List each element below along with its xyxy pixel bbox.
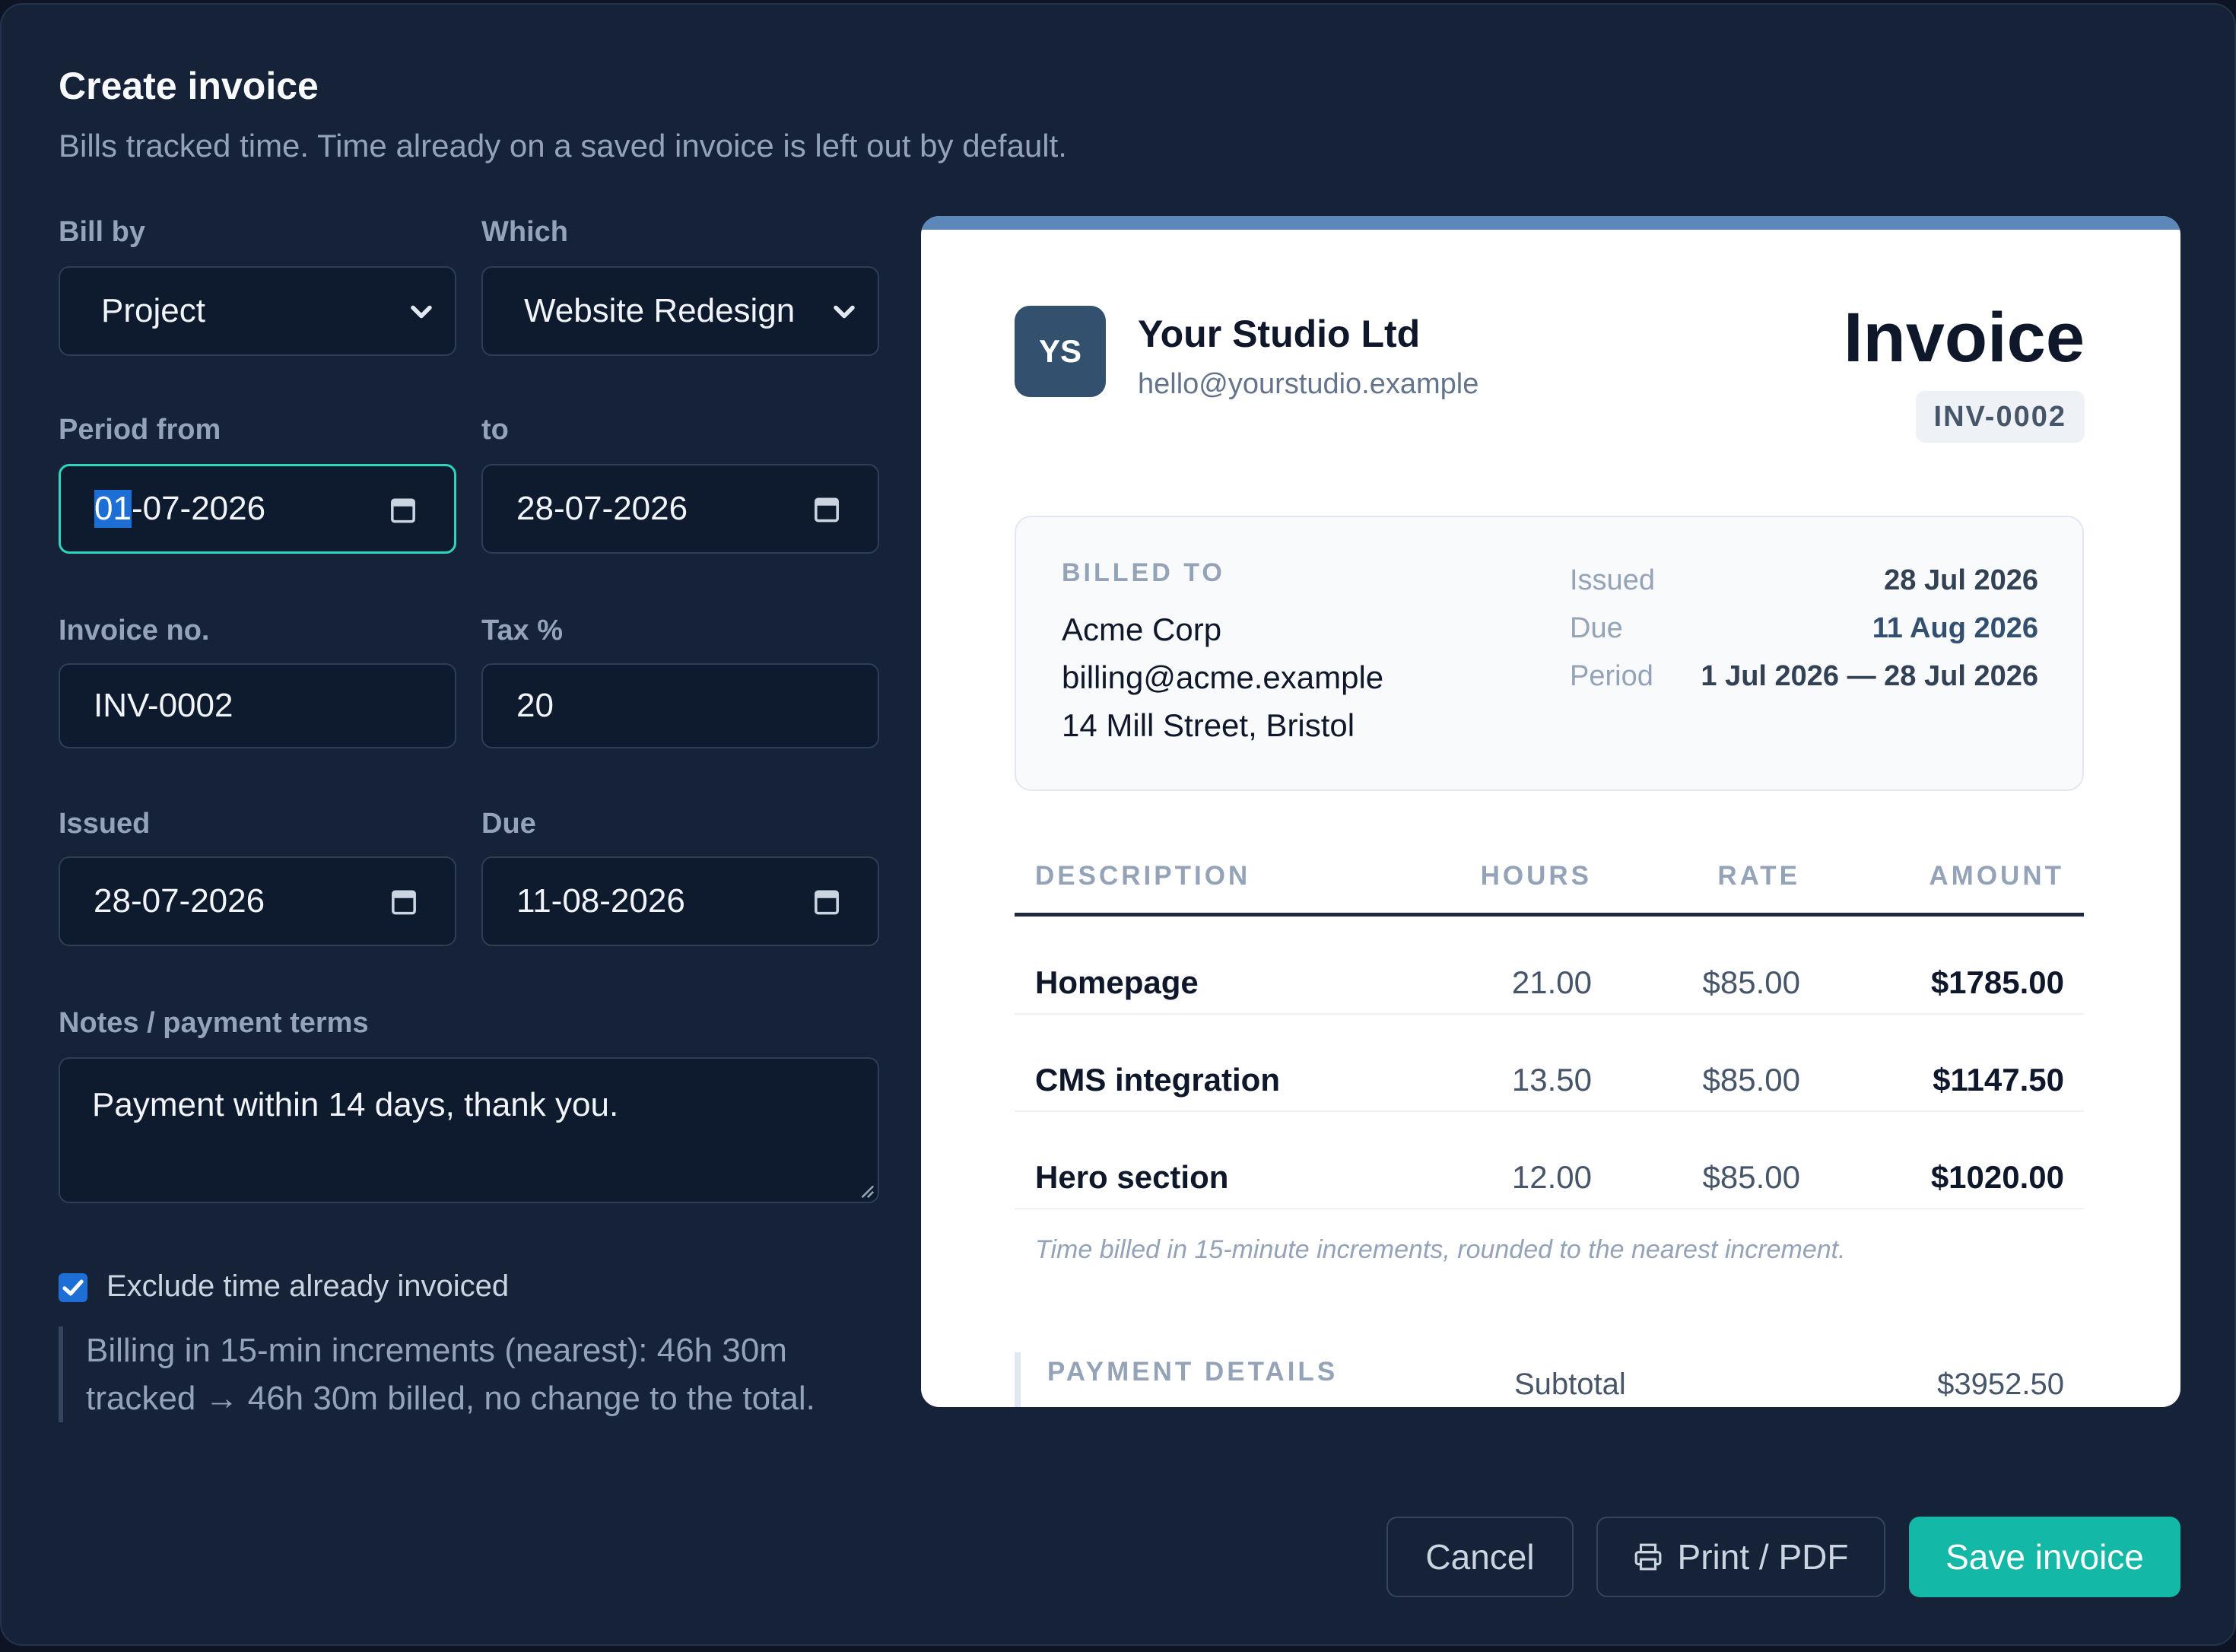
table-header-rule	[1015, 913, 2084, 917]
issued-meta-label: Issued	[1570, 564, 1655, 596]
period-to-label: to	[481, 414, 509, 446]
save-invoice-button[interactable]: Save invoice	[1909, 1517, 2180, 1597]
billed-to-box: BILLED TO Acme Corp billing@acme.example…	[1015, 516, 2084, 791]
print-pdf-button-label: Print / PDF	[1677, 1537, 1849, 1577]
printer-icon	[1634, 1543, 1661, 1571]
row-hours: 12.00	[1511, 1159, 1592, 1195]
billed-to-label: BILLED TO	[1062, 558, 1225, 587]
issued-value: 28-07-2026	[94, 882, 265, 920]
exclude-invoiced-label[interactable]: Exclude time already invoiced	[106, 1269, 509, 1304]
row-divider	[1015, 1208, 2084, 1209]
bill-by-value: Project	[101, 292, 205, 329]
row-divider	[1015, 1013, 2084, 1015]
dialog-title: Create invoice	[59, 65, 319, 107]
due-meta-value: 11 Aug 2026	[1872, 612, 2038, 644]
row-hours: 13.50	[1511, 1062, 1592, 1098]
invoice-accent-bar	[921, 216, 2180, 230]
calendar-icon[interactable]	[391, 887, 417, 916]
payment-details-bar	[1015, 1352, 1021, 1407]
column-header-description: DESCRIPTION	[1035, 861, 1251, 891]
due-label: Due	[481, 808, 536, 840]
period-to-value: 28-07-2026	[516, 490, 688, 527]
exclude-invoiced-checkbox[interactable]	[59, 1273, 87, 1302]
chevron-down-icon	[834, 305, 855, 319]
row-description: Hero section	[1035, 1159, 1229, 1195]
row-rate: $85.00	[1702, 1062, 1800, 1098]
row-divider	[1015, 1110, 2084, 1112]
dialog-subtitle: Bills tracked time. Time already on a sa…	[59, 128, 1067, 164]
row-rate: $85.00	[1702, 964, 1800, 1000]
resize-grip-icon[interactable]	[858, 1182, 875, 1199]
period-meta-value: 1 Jul 2026 — 28 Jul 2026	[1701, 660, 2038, 692]
invoice-heading: Invoice	[1843, 299, 2085, 376]
due-input[interactable]: 11-08-2026	[481, 856, 879, 946]
period-from-input[interactable]: 01 -07-2026	[59, 464, 456, 554]
rounding-note: Billing in 15-min increments (nearest): …	[59, 1326, 888, 1422]
calendar-icon[interactable]	[814, 887, 840, 916]
checkmark-icon	[62, 1279, 84, 1296]
row-amount: $1147.50	[1933, 1062, 2064, 1098]
due-value: 11-08-2026	[516, 882, 685, 920]
payment-details-label: PAYMENT DETAILS	[1047, 1357, 1339, 1387]
invoice-no-input[interactable]: INV-0002	[59, 663, 456, 748]
notes-label: Notes / payment terms	[59, 1007, 369, 1039]
invoice-footnote: Time billed in 15-minute increments, rou…	[1035, 1235, 1846, 1264]
notes-value: Payment within 14 days, thank you.	[92, 1086, 619, 1123]
issued-label: Issued	[59, 808, 151, 840]
which-select[interactable]: Website Redesign	[481, 266, 879, 356]
row-amount: $1020.00	[1930, 1159, 2064, 1195]
client-address: 14 Mill Street, Bristol	[1062, 707, 1355, 743]
period-meta-label: Period	[1570, 660, 1653, 692]
calendar-icon[interactable]	[390, 495, 416, 524]
bill-by-label: Bill by	[59, 216, 146, 248]
issued-input[interactable]: 28-07-2026	[59, 856, 456, 946]
invoice-no-value: INV-0002	[94, 687, 233, 724]
cancel-button[interactable]: Cancel	[1386, 1517, 1574, 1597]
which-value: Website Redesign	[524, 292, 796, 329]
calendar-icon[interactable]	[814, 494, 840, 523]
row-amount: $1785.00	[1930, 964, 2064, 1000]
subtotal-value: $3952.50	[1937, 1368, 2064, 1401]
column-header-amount: AMOUNT	[1929, 861, 2064, 891]
row-description: CMS integration	[1035, 1062, 1280, 1098]
period-from-day-segment[interactable]: 01	[94, 490, 132, 528]
print-pdf-button[interactable]: Print / PDF	[1596, 1517, 1885, 1597]
studio-email: hello@yourstudio.example	[1138, 368, 1479, 400]
column-header-rate: RATE	[1717, 861, 1800, 891]
bill-by-select[interactable]: Project	[59, 266, 456, 356]
period-from-rest: -07-2026	[131, 490, 266, 527]
column-header-hours: HOURS	[1480, 861, 1592, 891]
create-invoice-dialog: Create invoice Bills tracked time. Time …	[0, 3, 2236, 1646]
period-from-label: Period from	[59, 414, 221, 446]
chevron-down-icon	[411, 305, 432, 319]
issued-meta-value: 28 Jul 2026	[1884, 564, 2038, 596]
cancel-button-label: Cancel	[1425, 1537, 1535, 1577]
period-to-input[interactable]: 28-07-2026	[481, 464, 879, 554]
row-hours: 21.00	[1511, 964, 1592, 1000]
invoice-preview: YS Your Studio Ltd hello@yourstudio.exam…	[921, 216, 2180, 1407]
invoice-number-badge: INV-0002	[1915, 391, 2085, 443]
tax-label: Tax %	[481, 615, 564, 647]
studio-name: Your Studio Ltd	[1138, 313, 1421, 355]
invoice-no-label: Invoice no.	[59, 615, 210, 647]
row-rate: $85.00	[1702, 1159, 1800, 1195]
tax-input[interactable]: 20	[481, 663, 879, 748]
studio-logo: YS	[1015, 306, 1106, 397]
client-name: Acme Corp	[1062, 612, 1222, 647]
save-invoice-button-label: Save invoice	[1945, 1537, 2144, 1577]
tax-value: 20	[516, 687, 554, 724]
client-email: billing@acme.example	[1062, 659, 1384, 695]
which-label: Which	[481, 216, 568, 248]
row-description: Homepage	[1035, 964, 1199, 1000]
due-meta-label: Due	[1570, 612, 1623, 644]
subtotal-label: Subtotal	[1514, 1368, 1626, 1401]
notes-textarea[interactable]: Payment within 14 days, thank you.	[59, 1057, 879, 1203]
